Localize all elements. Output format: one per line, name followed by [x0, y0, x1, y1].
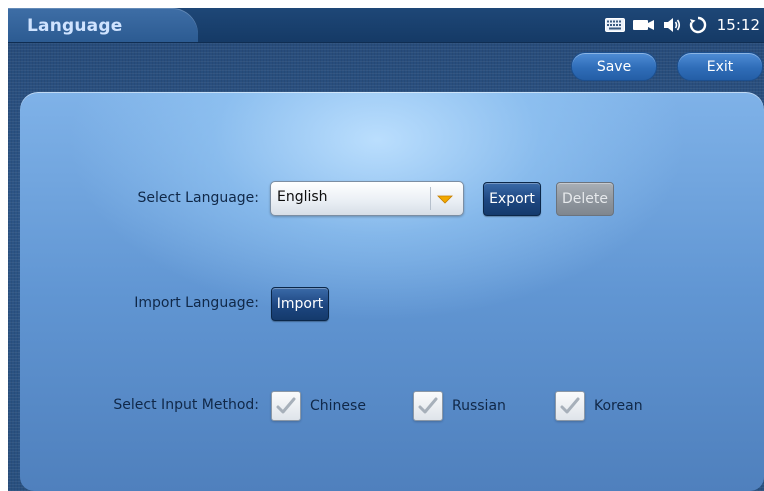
export-button[interactable]: Export — [483, 182, 541, 216]
input-method-chinese[interactable]: Chinese — [271, 391, 366, 421]
clock: 15:12 — [716, 16, 760, 34]
screen: Language 15:12 Save Exit Select Language… — [8, 8, 764, 491]
settings-panel: Select Language: English Export Delete I… — [20, 92, 764, 491]
checkbox-chinese[interactable] — [271, 391, 301, 421]
korean-label: Korean — [594, 398, 643, 414]
chinese-label: Chinese — [310, 398, 366, 414]
camera-icon — [632, 20, 654, 30]
title-tab: Language — [8, 8, 198, 42]
title-bar: Language 15:12 — [8, 8, 764, 43]
keyboard-icon — [604, 18, 625, 32]
import-button[interactable]: Import — [271, 287, 329, 321]
sync-icon — [689, 16, 706, 34]
russian-label: Russian — [452, 398, 506, 414]
check-icon — [276, 397, 296, 414]
import-language-label: Import Language: — [134, 295, 259, 311]
check-icon — [418, 397, 438, 414]
check-icon — [560, 397, 580, 414]
speaker-icon — [663, 18, 680, 32]
save-button[interactable]: Save — [571, 52, 657, 81]
input-method-russian[interactable]: Russian — [413, 391, 506, 421]
checkbox-russian[interactable] — [413, 391, 443, 421]
exit-button[interactable]: Exit — [677, 52, 763, 81]
chevron-down-icon — [437, 195, 453, 204]
language-select-value: English — [277, 189, 328, 205]
page-title: Language — [27, 16, 123, 36]
input-method-korean[interactable]: Korean — [555, 391, 643, 421]
delete-button[interactable]: Delete — [556, 182, 614, 216]
status-area: 15:12 — [604, 14, 760, 36]
select-input-method-label: Select Input Method: — [113, 397, 259, 413]
checkbox-korean[interactable] — [555, 391, 585, 421]
select-separator — [430, 187, 431, 210]
select-language-label: Select Language: — [137, 190, 259, 206]
language-select[interactable]: English — [270, 181, 464, 216]
